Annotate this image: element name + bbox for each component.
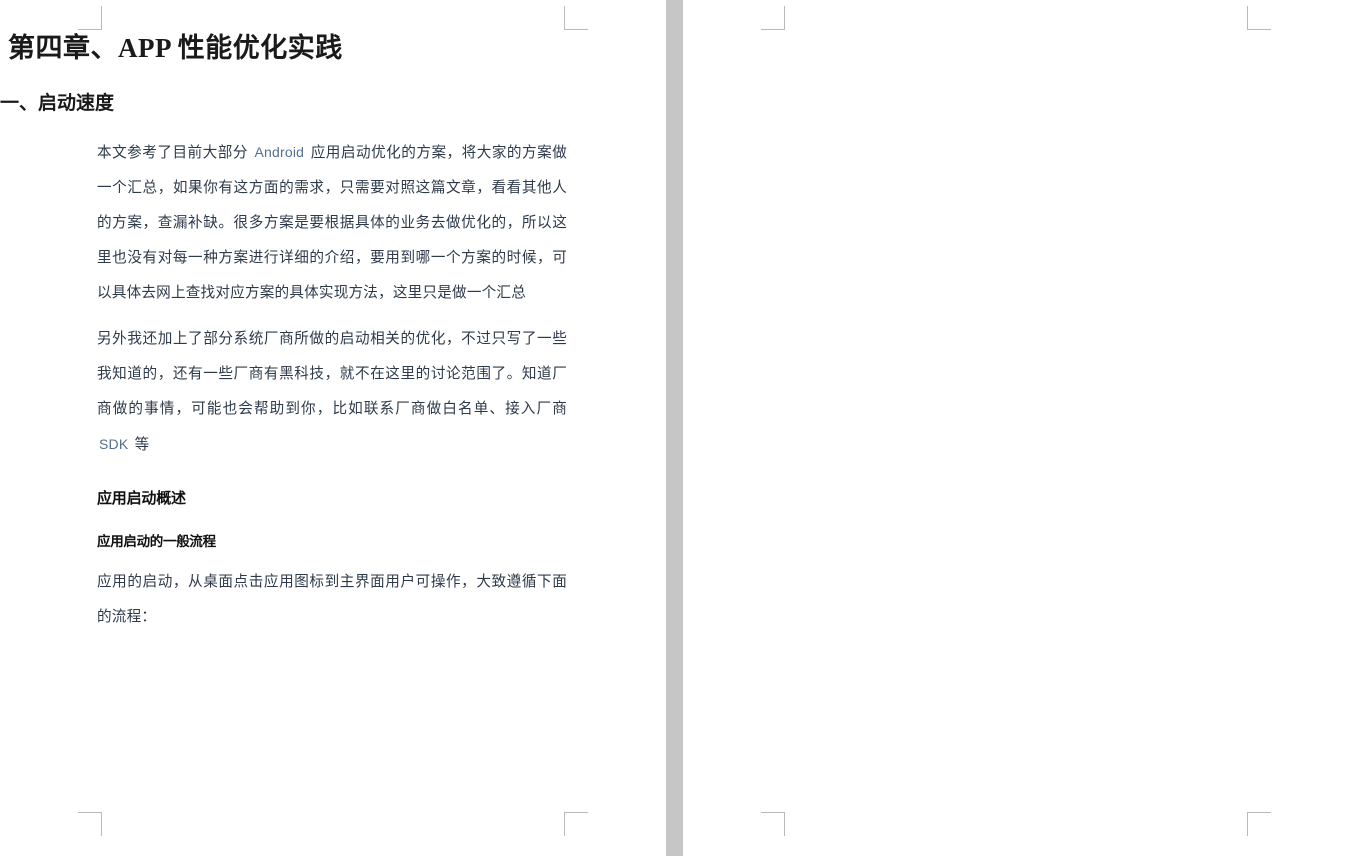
paragraph-intro-text-b: 应用启动优化的方案，将大家的方案做一个汇总，如果你有这方面的需求，只需要对照这篇… <box>97 145 568 301</box>
crop-mark-bottom-right <box>1247 812 1271 836</box>
crop-mark-top-right <box>564 6 588 30</box>
paragraph-vendor-text-a: 另外我还加上了部分系统厂商所做的启动相关的优化，不过只写了一些我知道的，还有一些… <box>97 331 567 417</box>
crop-mark-top-left <box>761 6 785 30</box>
document-page-right: time System Process Load & Launch Applic… <box>683 0 1350 856</box>
document-viewport: 第四章、APP 性能优化实践 一、启动速度 本文参考了目前大部分 Android… <box>0 0 1350 856</box>
crop-mark-bottom-left <box>78 812 102 836</box>
paragraph-vendor: 另外我还加上了部分系统厂商所做的启动相关的优化，不过只写了一些我知道的，还有一些… <box>97 322 567 463</box>
crop-mark-bottom-right <box>564 812 588 836</box>
crop-mark-bottom-left <box>761 812 785 836</box>
term-android: Android <box>254 144 305 160</box>
heading-general-flow: 应用启动的一般流程 <box>97 534 216 549</box>
paragraph-intro-text-a: 本文参考了目前大部分 <box>97 145 253 161</box>
term-sdk: SDK <box>99 436 129 452</box>
paragraph-vendor-text-b: 等 <box>130 437 150 453</box>
crop-mark-top-right <box>1247 6 1271 30</box>
page-gutter-divider <box>666 0 683 856</box>
paragraph-flow: 应用的启动，从桌面点击应用图标到主界面用户可操作，大致遵循下面的流程： <box>97 574 567 625</box>
paragraph-intro: 本文参考了目前大部分 Android 应用启动优化的方案，将大家的方案做一个汇总… <box>97 135 567 311</box>
section-heading-startup-speed: 一、启动速度 <box>0 93 115 114</box>
heading-startup-overview: 应用启动概述 <box>97 491 186 507</box>
page-title: 第四章、APP 性能优化实践 <box>8 33 343 63</box>
document-page-left: 第四章、APP 性能优化实践 一、启动速度 本文参考了目前大部分 Android… <box>0 0 666 856</box>
